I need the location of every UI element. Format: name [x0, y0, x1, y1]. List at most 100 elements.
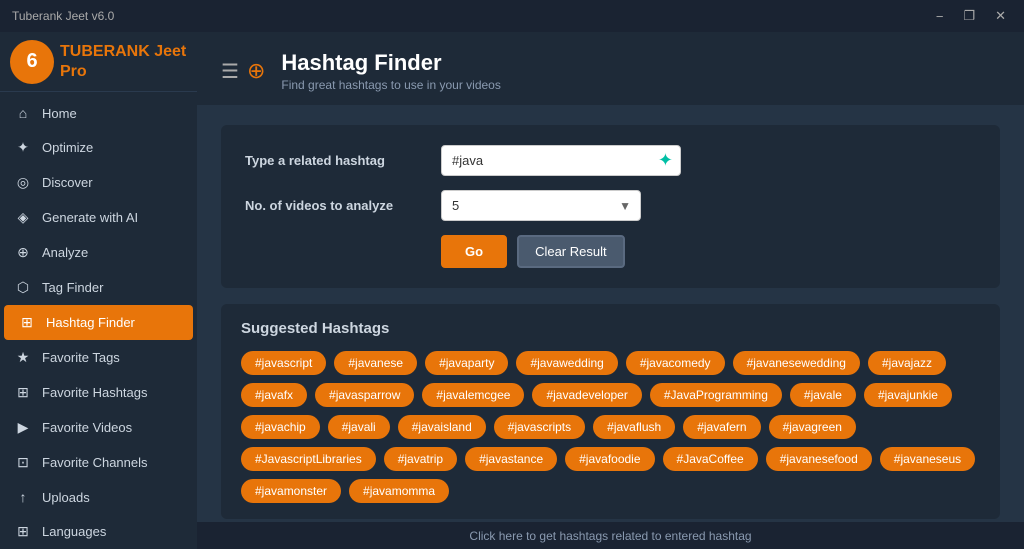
hashtag-tag[interactable]: #javaneseus [880, 447, 975, 471]
sidebar-item-tag-finder[interactable]: ⬡ Tag Finder [0, 270, 197, 305]
hashtag-tag[interactable]: #javastance [465, 447, 557, 471]
page-title: Hashtag Finder [281, 50, 500, 76]
nav-icon-favorite-hashtags: ⊞ [14, 384, 32, 401]
logo-icon: 6 [10, 40, 54, 84]
hashtag-tag[interactable]: #javachip [241, 415, 320, 439]
sidebar-item-languages[interactable]: ⊞ Languages [0, 514, 197, 549]
nav-icon-analyze: ⊕ [14, 244, 32, 261]
hashtag-tag[interactable]: #javacomedy [626, 351, 725, 375]
logo-number: 6 [26, 50, 37, 73]
hashtag-tag[interactable]: #javafern [683, 415, 760, 439]
suggested-hashtags-section: Suggested Hashtags #javascript#javanese#… [221, 304, 1000, 519]
titlebar: Tuberank Jeet v6.0 − ❐ ✕ [0, 0, 1024, 32]
hashtag-tag[interactable]: #javawedding [516, 351, 617, 375]
page-subtitle: Find great hashtags to use in your video… [281, 78, 500, 92]
form-section: Type a related hashtag ✦ No. of videos t… [221, 125, 1000, 288]
nav-label-favorite-channels: Favorite Channels [42, 455, 148, 470]
nav-label-favorite-tags: Favorite Tags [42, 350, 120, 365]
nav-label-favorite-videos: Favorite Videos [42, 420, 132, 435]
menu-icon[interactable]: ☰ [221, 59, 239, 84]
nav-label-optimize: Optimize [42, 140, 93, 155]
app-title: Tuberank Jeet v6.0 [12, 9, 114, 23]
sidebar-nav: ⌂ Home ✦ Optimize ◎ Discover ◈ Generate … [0, 92, 197, 549]
status-text: Click here to get hashtags related to en… [469, 529, 751, 543]
hashtag-tag[interactable]: #javajazz [868, 351, 946, 375]
window-controls: − ❐ ✕ [930, 6, 1012, 26]
restore-button[interactable]: ❐ [957, 6, 981, 26]
app-layout: 6 TUBERANK Jeet Pro ⌂ Home ✦ Optimize ◎ … [0, 32, 1024, 549]
hashtag-input-wrap: ✦ [441, 145, 681, 176]
minimize-button[interactable]: − [930, 6, 950, 26]
hashtag-row: Type a related hashtag ✦ [245, 145, 976, 176]
hashtag-input[interactable] [441, 145, 681, 176]
nav-label-hashtag-finder: Hashtag Finder [46, 315, 135, 330]
hashtag-tag[interactable]: #javaisland [398, 415, 486, 439]
hashtag-tag[interactable]: #javajunkie [864, 383, 952, 407]
suggested-title: Suggested Hashtags [241, 320, 980, 337]
nav-icon-tag-finder: ⬡ [14, 279, 32, 296]
nav-label-home: Home [42, 106, 77, 121]
hashtag-tag[interactable]: #javascripts [494, 415, 585, 439]
nav-label-languages: Languages [42, 524, 106, 539]
hashtag-tag[interactable]: #javanesewedding [733, 351, 860, 375]
sidebar-item-optimize[interactable]: ✦ Optimize [0, 130, 197, 165]
videos-select[interactable]: 510152025 [441, 190, 641, 221]
nav-label-discover: Discover [42, 175, 93, 190]
nav-icon-generate-ai: ◈ [14, 209, 32, 226]
sidebar-item-hashtag-finder[interactable]: ⊞ Hashtag Finder [4, 305, 193, 340]
hashtag-tag[interactable]: #javamonster [241, 479, 341, 503]
nav-icon-hashtag-finder: ⊞ [18, 314, 36, 331]
form-actions: Go Clear Result [441, 235, 976, 268]
hashtag-tag[interactable]: #javafoodie [565, 447, 654, 471]
search-circle-icon: ⊕ [247, 58, 265, 84]
go-button[interactable]: Go [441, 235, 507, 268]
hashtag-tag[interactable]: #javaparty [425, 351, 508, 375]
hashtag-tag[interactable]: #javanesefood [766, 447, 872, 471]
hashtag-tag[interactable]: #javagreen [769, 415, 856, 439]
hashtag-tag[interactable]: #javadeveloper [532, 383, 641, 407]
sidebar-item-favorite-hashtags[interactable]: ⊞ Favorite Hashtags [0, 375, 197, 410]
sidebar-item-home[interactable]: ⌂ Home [0, 96, 197, 130]
clear-button[interactable]: Clear Result [517, 235, 625, 268]
hashtag-tag[interactable]: #javasparrow [315, 383, 414, 407]
ai-icon[interactable]: ✦ [658, 150, 673, 171]
nav-icon-languages: ⊞ [14, 523, 32, 540]
sidebar-item-favorite-videos[interactable]: ▶ Favorite Videos [0, 410, 197, 445]
sidebar-item-generate-ai[interactable]: ◈ Generate with AI [0, 200, 197, 235]
hashtag-tag[interactable]: #javamomma [349, 479, 449, 503]
sidebar-item-favorite-channels[interactable]: ⊡ Favorite Channels [0, 445, 197, 480]
hashtag-tag[interactable]: #javalemcgee [422, 383, 524, 407]
content-header: ☰ ⊕ Hashtag Finder Find great hashtags t… [197, 32, 1024, 105]
header-title-block: Hashtag Finder Find great hashtags to us… [281, 50, 500, 92]
hashtag-tag[interactable]: #javaflush [593, 415, 675, 439]
nav-icon-favorite-videos: ▶ [14, 419, 32, 436]
sidebar-item-analyze[interactable]: ⊕ Analyze [0, 235, 197, 270]
nav-label-generate-ai: Generate with AI [42, 210, 138, 225]
sidebar-item-discover[interactable]: ◎ Discover [0, 165, 197, 200]
hashtag-tag[interactable]: #JavaProgramming [650, 383, 782, 407]
statusbar[interactable]: Click here to get hashtags related to en… [197, 521, 1024, 549]
hashtag-tag[interactable]: #JavaCoffee [663, 447, 758, 471]
logo-text: TUBERANK Jeet Pro [60, 42, 187, 80]
hashtag-tag[interactable]: #JavascriptLibraries [241, 447, 376, 471]
nav-icon-uploads: ↑ [14, 489, 32, 505]
nav-label-tag-finder: Tag Finder [42, 280, 103, 295]
sidebar-logo: 6 TUBERANK Jeet Pro [0, 32, 197, 92]
sidebar-item-uploads[interactable]: ↑ Uploads [0, 480, 197, 514]
videos-label: No. of videos to analyze [245, 198, 425, 213]
hashtag-tag[interactable]: #javale [790, 383, 856, 407]
tags-wrap: #javascript #javanese #javaparty #javaweddi… [241, 351, 980, 503]
hashtag-tag[interactable]: #javafx [241, 383, 307, 407]
nav-icon-optimize: ✦ [14, 139, 32, 156]
close-button[interactable]: ✕ [989, 6, 1012, 26]
hashtag-tag[interactable]: #javali [328, 415, 390, 439]
hashtag-tag[interactable]: #javanese [334, 351, 417, 375]
sidebar: 6 TUBERANK Jeet Pro ⌂ Home ✦ Optimize ◎ … [0, 32, 197, 549]
nav-label-favorite-hashtags: Favorite Hashtags [42, 385, 148, 400]
sidebar-item-favorite-tags[interactable]: ★ Favorite Tags [0, 340, 197, 375]
hashtag-tag[interactable]: #javatrip [384, 447, 457, 471]
nav-icon-home: ⌂ [14, 105, 32, 121]
nav-icon-favorite-channels: ⊡ [14, 454, 32, 471]
main-content: ☰ ⊕ Hashtag Finder Find great hashtags t… [197, 32, 1024, 549]
hashtag-tag[interactable]: #javascript [241, 351, 326, 375]
